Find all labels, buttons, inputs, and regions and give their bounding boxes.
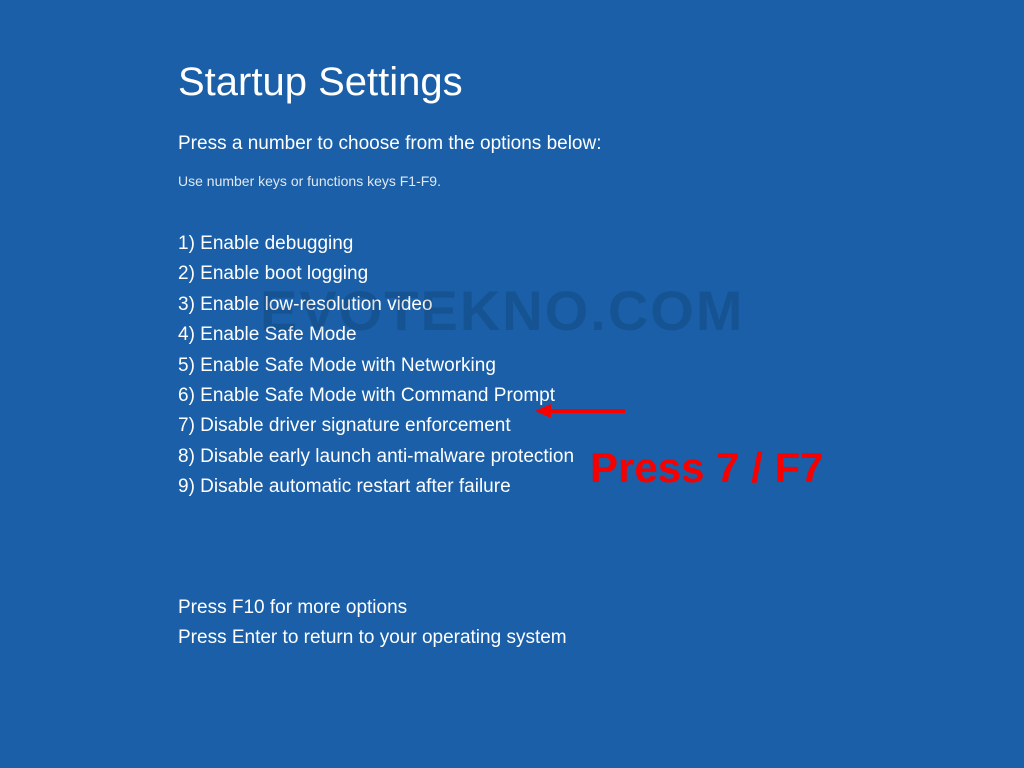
option-7[interactable]: 7) Disable driver signature enforcement xyxy=(178,411,1024,441)
options-list: 1) Enable debugging 2) Enable boot loggi… xyxy=(178,229,1024,503)
option-1[interactable]: 1) Enable debugging xyxy=(178,229,1024,259)
footer-f10: Press F10 for more options xyxy=(178,593,1024,623)
option-5[interactable]: 5) Enable Safe Mode with Networking xyxy=(178,351,1024,381)
option-3[interactable]: 3) Enable low-resolution video xyxy=(178,290,1024,320)
footer-enter: Press Enter to return to your operating … xyxy=(178,623,1024,653)
option-8[interactable]: 8) Disable early launch anti-malware pro… xyxy=(178,442,1024,472)
option-2[interactable]: 2) Enable boot logging xyxy=(178,259,1024,289)
hint-text: Use number keys or functions keys F1-F9. xyxy=(178,173,1024,189)
option-9[interactable]: 9) Disable automatic restart after failu… xyxy=(178,472,1024,502)
option-6[interactable]: 6) Enable Safe Mode with Command Prompt xyxy=(178,381,1024,411)
option-4[interactable]: 4) Enable Safe Mode xyxy=(178,320,1024,350)
page-title: Startup Settings xyxy=(178,60,1024,105)
subtitle-text: Press a number to choose from the option… xyxy=(178,133,1024,155)
